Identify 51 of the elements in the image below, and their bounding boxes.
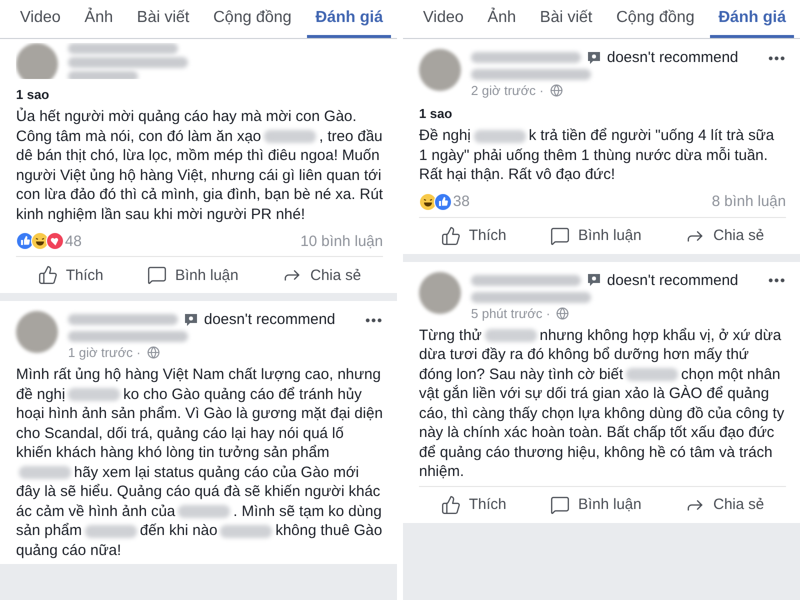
avatar[interactable] (16, 311, 58, 353)
avatar[interactable] (419, 49, 461, 91)
tab[interactable]: Bài viết (532, 0, 600, 38)
tab[interactable]: Ảnh (480, 0, 524, 38)
recommendation-text: doesn't recommend (607, 49, 738, 66)
like-button[interactable]: Thích (32, 261, 110, 289)
speech-bubble-icon (550, 226, 570, 246)
review-badge-icon (184, 312, 198, 326)
like-reaction-icon (434, 192, 452, 210)
thumbs-up-icon (38, 265, 58, 285)
like-button[interactable]: Thích (434, 490, 512, 518)
tab[interactable]: Video (415, 0, 472, 38)
star-rating: 1 sao (419, 106, 454, 121)
review-badge-icon (587, 273, 601, 287)
review-text: Từng thử nhưng không hợp khẩu vị, ở xứ dừa dừa tươi đầy ra đó không bổ dưỡng hơn mấy thứ đóng lon? Sau này tình cờ biết chọn một nhân vật gắn liền với sự dối trá gian xảo là GÀO để quảng cáo, thì càng thấy chọn lựa không dùng đồ của công ty này là chính xác hoàn toàn. Bất chấp tốt xấu đạo đức để quảng cáo thương hiệu, không hề có tâm và trách nhiệm. (419, 326, 786, 482)
post-time: 5 phút trước · (471, 306, 550, 320)
recommendation-text: doesn't recommend (607, 272, 738, 288)
tab[interactable]: Ảnh (76, 0, 121, 38)
comment-button[interactable]: Bình luận (141, 261, 244, 289)
post-time: 2 giờ trước · (471, 83, 544, 98)
globe-icon (550, 84, 563, 97)
post-time: 1 giờ trước · (68, 345, 141, 360)
share-button[interactable]: Chia sẻ (276, 261, 368, 289)
tab[interactable]: Cộng đồng (608, 0, 703, 38)
thumbs-up-icon (440, 226, 461, 246)
speech-bubble-icon (147, 265, 168, 285)
share-button[interactable]: Chia sẻ (679, 490, 770, 518)
share-button[interactable]: Chia sẻ (679, 222, 770, 250)
love-reaction-icon (46, 232, 64, 250)
blurred-time (68, 71, 138, 79)
more-options-button[interactable]: ••• (768, 272, 786, 288)
review-text: Mình rất ủng hộ hàng Việt Nam chất lượng cao, nhưng đề nghị ko cho Gào quảng cáo để tránh hủy hoại hình ảnh sản phẩm. Vì Gào là gương mặt đại diện cho Scandal, dối trá, quảng cáo lại hay nói quá lố khiến khách hàng khó lòng tin tưởng sản phẩm hãy xem lại status quảng cáo của Gào mới đây là sẽ hiểu. Quảng cáo quá đà sẽ khiến người khác ác cảm về hình ảnh của . Mình sẽ tạm ko dùng sản phẩm đến khi nào không thuê Gào quảng cáo nữa! (16, 365, 383, 560)
avatar[interactable] (419, 272, 461, 314)
comment-button[interactable]: Bình luận (544, 222, 648, 250)
globe-icon (146, 346, 160, 359)
globe-icon (556, 306, 570, 320)
review-text: Ủa hết người mời quảng cáo hay mà mời con Gào. Công tâm mà nói, con đó làm ăn xạo , treo đầu dê bán thịt chó, lừa lọc, mồm mép thì điêu ngoa! Muốn người Việt ủng hộ hàng Việt, nhưng cái gì liên quan tới con lừa đảo đó thì cả mình, gia đình, bạn bè né xa. Rút kinh nghiệm lần sau khi mời người PR nhé! (16, 107, 383, 224)
thumbs-up-icon (440, 494, 461, 514)
more-options-button[interactable]: ••• (365, 312, 383, 328)
star-rating: 1 sao (16, 87, 50, 102)
comment-button[interactable]: Bình luận (544, 490, 648, 518)
tab[interactable]: Cộng đồng (205, 0, 300, 38)
like-button[interactable]: Thích (434, 222, 512, 250)
speech-bubble-icon (550, 494, 570, 514)
recommendation-text: doesn't recommend (204, 311, 336, 328)
review-text: Đề nghị k trả tiền để người "uống 4 lít trà sữa 1 ngày" phải uống thêm 1 thùng nước dừa mỗi tuần. Rất hại thận. Rất vô đạo đức! (419, 126, 776, 184)
tab[interactable]: Video (12, 0, 69, 38)
review-badge-icon (587, 50, 601, 64)
tab[interactable]: Bài viết (128, 0, 198, 38)
more-options-button[interactable]: ••• (768, 50, 786, 66)
avatar[interactable] (16, 43, 58, 79)
